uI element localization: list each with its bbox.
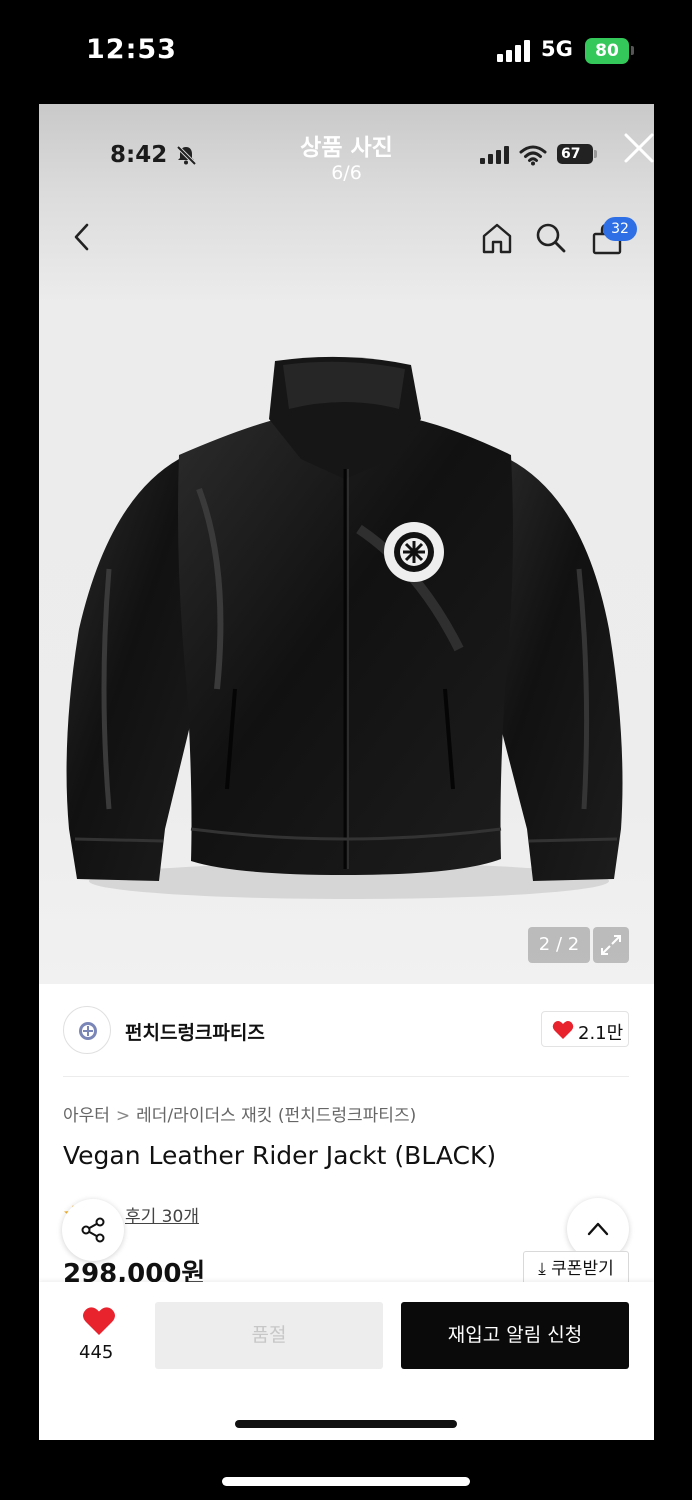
inner-signal-icon	[480, 146, 512, 164]
share-button[interactable]	[62, 1199, 124, 1261]
outer-home-indicator	[222, 1477, 470, 1486]
breadcrumb-subcategory[interactable]: 레더/라이더스 재킷 (펀치드렁크파티즈)	[136, 1106, 416, 1126]
brand-name[interactable]: 펀치드렁크파티즈	[125, 1018, 265, 1045]
back-chevron-icon[interactable]	[71, 222, 93, 252]
brand-like-button[interactable]: 2.1만	[541, 1011, 629, 1047]
image-viewer: 8:42 상품 사진 6/6 67 32 2 / 2	[39, 104, 654, 984]
search-icon[interactable]	[535, 222, 567, 254]
wishlist-count: 445	[79, 1342, 114, 1363]
breadcrumb: 아우터 > 레더/라이더스 재킷 (펀치드렁크파티즈)	[63, 1101, 416, 1126]
inner-battery-icon: 67	[557, 144, 593, 164]
expand-icon[interactable]	[593, 927, 629, 963]
divider	[63, 1076, 629, 1077]
brand-logo[interactable]	[63, 1006, 111, 1054]
cart-badge: 32	[603, 217, 637, 241]
restock-alert-button[interactable]: 재입고 알림 신청	[401, 1302, 629, 1369]
product-image[interactable]	[39, 269, 654, 989]
image-pager: 2 / 2	[528, 927, 590, 963]
brand-patch	[384, 522, 444, 582]
network-type: 5G	[541, 37, 573, 61]
soldout-button: 품절	[155, 1302, 383, 1369]
product-title: Vegan Leather Rider Jackt (BLACK)	[63, 1141, 497, 1170]
brand-logo-icon	[79, 1022, 97, 1040]
heart-icon	[552, 1021, 574, 1039]
wifi-icon	[519, 145, 547, 166]
home-icon[interactable]	[480, 221, 514, 255]
bottom-action-bar: 445 품절 재입고 알림 신청	[39, 1282, 654, 1440]
breadcrumb-separator: >	[115, 1106, 131, 1126]
inner-home-indicator	[235, 1420, 457, 1428]
outer-clock: 12:53	[86, 34, 177, 65]
outer-battery-tip	[631, 46, 634, 55]
outer-status-bar: 12:53 5G 80	[0, 0, 692, 104]
outer-battery-icon: 80	[585, 38, 629, 64]
review-link[interactable]: 후기 30개	[125, 1202, 199, 1227]
app-screenshot: 8:42 상품 사진 6/6 67 32 2 / 2 펀치드렁크파티즈 2.1만…	[39, 104, 654, 1440]
wishlist-heart-icon[interactable]	[82, 1306, 116, 1336]
viewer-count: 6/6	[331, 162, 362, 184]
breadcrumb-category[interactable]: 아우터	[63, 1106, 110, 1126]
brand-like-count: 2.1만	[578, 1023, 624, 1044]
share-icon	[81, 1217, 105, 1243]
chevron-up-icon	[587, 1222, 609, 1236]
outer-signal-icon	[497, 40, 533, 62]
product-info: 펀치드렁크파티즈 2.1만 아우터 > 레더/라이더스 재킷 (펀치드렁크파티즈) …	[39, 984, 654, 1440]
close-icon[interactable]	[623, 132, 654, 164]
inner-battery-tip	[594, 150, 597, 158]
